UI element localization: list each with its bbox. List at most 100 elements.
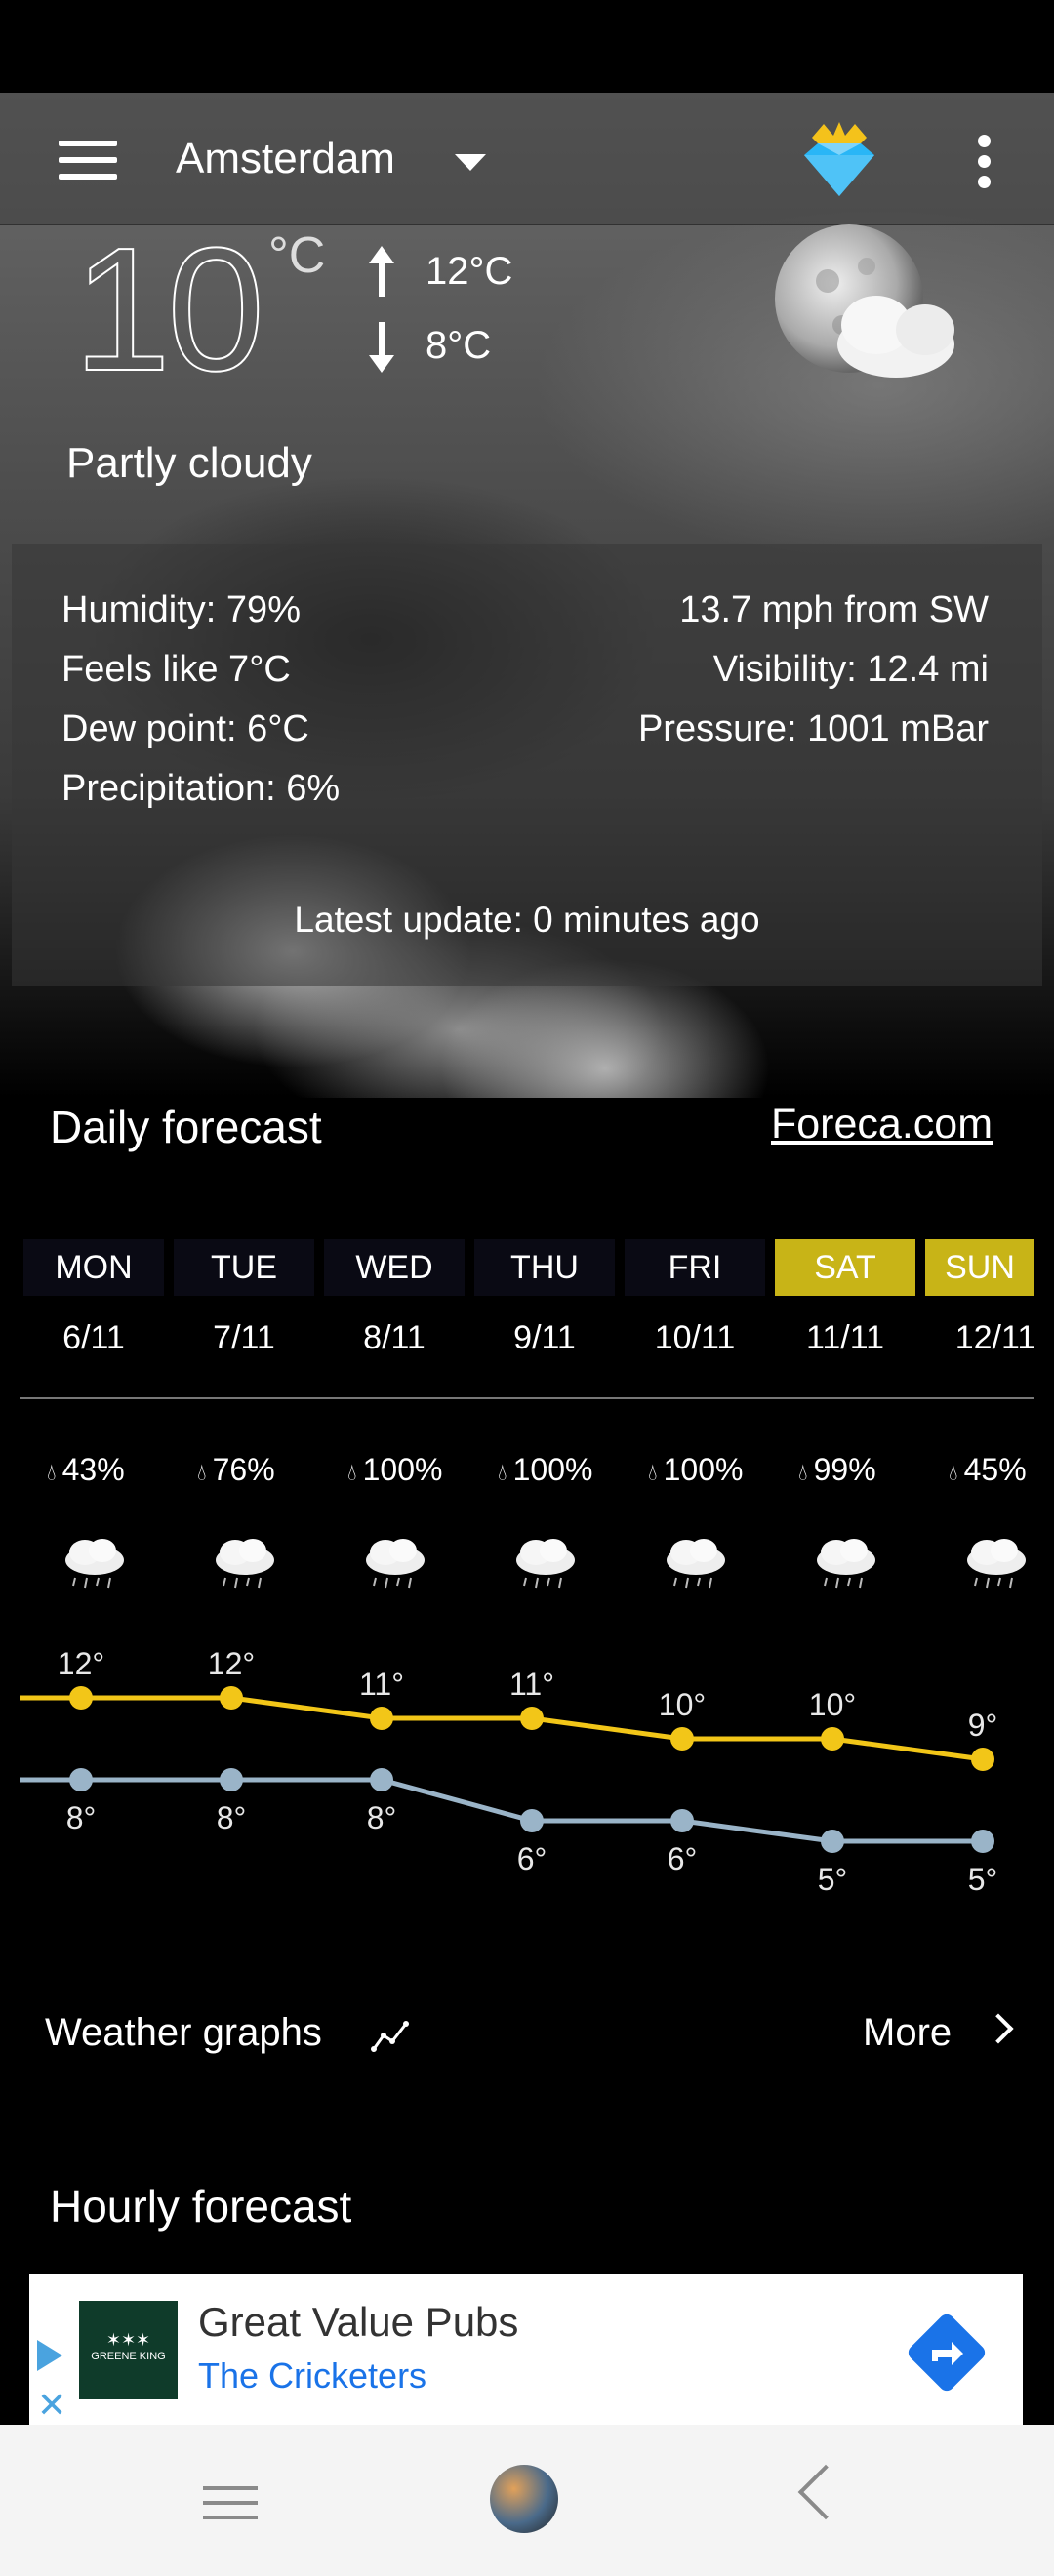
divider (20, 1397, 1034, 1399)
arrow-down-shaft (379, 322, 385, 357)
low-temp-label: 6° (668, 1841, 698, 1876)
precip-chance: 💧︎ 99% (798, 1452, 876, 1488)
raindrop-icon: 💧︎ (347, 1460, 357, 1486)
precip-chance: 💧︎ 45% (949, 1452, 1027, 1488)
wind-text: 13.7 mph from SW (679, 589, 989, 630)
day-date: 7/11 (213, 1319, 275, 1356)
high-temp-point (821, 1727, 844, 1751)
app-bar (0, 93, 1054, 225)
high-temp-label: 9° (968, 1708, 998, 1743)
high-temperature: 12°C (426, 250, 513, 293)
rain-cloud-icon (661, 1537, 729, 1600)
high-temp-point (971, 1748, 994, 1771)
precip-chance: 💧︎ 43% (47, 1452, 125, 1488)
rain-cloud-icon (210, 1537, 278, 1600)
day-name-wed[interactable]: WED (324, 1239, 465, 1296)
low-temp-label: 5° (968, 1862, 998, 1897)
precip-value: 43% (61, 1452, 125, 1487)
high-temp-point (520, 1707, 544, 1730)
low-temp-label: 6° (517, 1841, 547, 1876)
raindrop-icon: 💧︎ (197, 1460, 207, 1486)
precip-value: 45% (963, 1452, 1027, 1487)
low-temperature: 8°C (426, 324, 492, 367)
city-dropdown-icon[interactable] (455, 154, 486, 171)
rain-cloud-icon (60, 1537, 128, 1600)
graph-trend-icon[interactable] (371, 2020, 410, 2053)
ad-close-icon[interactable]: ✕ (37, 2385, 66, 2426)
raindrop-icon: 💧︎ (798, 1460, 808, 1486)
precip-value: 100% (362, 1452, 443, 1487)
humidity-text: Humidity: 79% (61, 589, 301, 630)
precip-value: 100% (512, 1452, 593, 1487)
ad-logo[interactable]: ✶✶✶ GREENE KING (79, 2301, 178, 2399)
arrow-down-icon (369, 355, 394, 373)
high-temp-point (220, 1686, 243, 1710)
day-date: 8/11 (363, 1319, 426, 1356)
recent-apps-icon[interactable] (203, 2486, 258, 2521)
more-button[interactable]: More (863, 2011, 952, 2055)
precip-chance: 💧︎ 100% (648, 1452, 743, 1488)
raindrop-icon: 💧︎ (949, 1460, 958, 1486)
ad-banner[interactable] (29, 2274, 1023, 2425)
day-name-sun[interactable]: SUN (925, 1239, 1034, 1296)
day-name-mon[interactable]: MON (23, 1239, 164, 1296)
precip-chance: 💧︎ 76% (197, 1452, 275, 1488)
low-temp-label: 5° (818, 1862, 848, 1897)
arrow-up-shaft (379, 262, 385, 297)
raindrop-icon: 💧︎ (648, 1460, 658, 1486)
day-name-thu[interactable]: THU (474, 1239, 615, 1296)
high-temp-label: 11° (359, 1667, 404, 1702)
low-temp-label: 8° (66, 1800, 97, 1835)
visibility-text: Visibility: 12.4 mi (712, 649, 989, 690)
day-name-fri[interactable]: FRI (625, 1239, 765, 1296)
day-date: 10/11 (654, 1319, 736, 1356)
city-name[interactable]: Amsterdam (176, 135, 395, 183)
low-temp-point (520, 1809, 544, 1832)
low-temp-point (220, 1768, 243, 1791)
high-temp-label: 10° (659, 1687, 706, 1722)
rain-cloud-icon (811, 1537, 879, 1600)
ad-logo-text: GREENE KING (91, 2351, 166, 2362)
moon-cloud-icon (775, 224, 954, 378)
low-temp-point (69, 1768, 93, 1791)
foreca-link[interactable]: Foreca.com (771, 1101, 993, 1148)
low-temp-point (971, 1830, 994, 1853)
rain-cloud-icon (961, 1537, 1030, 1600)
high-temp-label: 12° (58, 1649, 104, 1681)
raindrop-icon: 💧︎ (498, 1460, 507, 1486)
ad-choices-icon[interactable] (37, 2340, 62, 2371)
condition-text: Partly cloudy (66, 439, 312, 487)
low-temp-point (821, 1830, 844, 1853)
directions-icon[interactable] (905, 2311, 989, 2395)
feels-like-text: Feels like 7°C (61, 649, 291, 690)
high-temp-point (670, 1727, 694, 1751)
precip-value: 99% (813, 1452, 876, 1487)
day-date: 12/11 (954, 1319, 1036, 1356)
weather-graphs-button[interactable]: Weather graphs (45, 2011, 322, 2055)
chevron-right-icon[interactable] (983, 2013, 1014, 2044)
temperature-chart: 12° 12° 11° 11° 10° 10° 9° 8° 8° 8° 6° 6° 5° 5° (20, 1649, 998, 1897)
daily-forecast-title: Daily forecast (50, 1102, 322, 1152)
low-temp-label: 8° (367, 1800, 397, 1835)
latest-update-text: Latest update: 0 minutes ago (294, 900, 760, 940)
overflow-menu-icon[interactable] (978, 135, 991, 189)
day-date: 9/11 (513, 1319, 576, 1356)
high-temp-point (69, 1686, 93, 1710)
day-date: 6/11 (62, 1319, 125, 1356)
ad-logo-crest-icon: ✶✶✶ (105, 2330, 151, 2350)
day-name-sat[interactable]: SAT (775, 1239, 915, 1296)
high-temp-label: 11° (509, 1667, 554, 1702)
premium-diamond-icon[interactable] (802, 122, 876, 198)
home-icon[interactable] (490, 2465, 558, 2533)
menu-icon[interactable] (59, 141, 117, 180)
dew-point-text: Dew point: 6°C (61, 708, 309, 749)
high-temp-point (370, 1707, 393, 1730)
ad-subtitle[interactable]: The Cricketers (198, 2355, 426, 2396)
precip-value: 100% (663, 1452, 744, 1487)
precip-chance: 💧︎ 100% (498, 1452, 592, 1488)
day-name-tue[interactable]: TUE (174, 1239, 314, 1296)
temperature-unit: °C (268, 227, 326, 284)
day-date: 11/11 (805, 1319, 885, 1356)
rain-cloud-icon (510, 1537, 579, 1600)
ad-title[interactable]: Great Value Pubs (198, 2299, 518, 2346)
